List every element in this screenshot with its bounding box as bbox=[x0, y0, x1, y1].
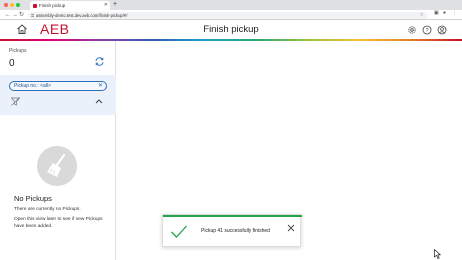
address-bar[interactable]: ⚿ assembly-demo.test.dev.aeb.com/finish-… bbox=[28, 11, 428, 19]
forward-icon[interactable]: → bbox=[12, 10, 18, 20]
toast-message: Pickup 41 successfully finished bbox=[201, 228, 270, 234]
back-icon[interactable]: ← bbox=[5, 10, 11, 20]
pickups-count: 0 bbox=[9, 58, 15, 69]
filter-area: Pickup no.: <all> ✕ bbox=[0, 75, 116, 115]
checkmark-icon bbox=[171, 225, 187, 238]
close-icon[interactable] bbox=[287, 224, 295, 232]
chevron-up-icon[interactable] bbox=[95, 98, 103, 104]
browser-tab-bar: Finish pickup ✕ + bbox=[0, 0, 462, 10]
reload-icon[interactable]: ↻ bbox=[19, 10, 24, 20]
page-title: Finish pickup bbox=[203, 24, 259, 35]
empty-broom-icon bbox=[37, 146, 77, 186]
url-text: assembly-demo.test.dev.aeb.com/finish-pi… bbox=[36, 12, 128, 18]
pickups-panel: Pickups 0 Pickup no.: <all> ✕ No Pickups… bbox=[0, 41, 116, 260]
mouse-cursor-icon bbox=[434, 249, 441, 259]
bookmark-star-icon[interactable]: ☆ bbox=[420, 12, 424, 19]
profile-icon[interactable]: ● bbox=[443, 10, 446, 16]
empty-state-hint: Open this view later to see if new Picku… bbox=[14, 217, 103, 229]
pickups-label: Pickups bbox=[9, 48, 27, 54]
clear-filter-icon[interactable]: ✕ bbox=[98, 82, 103, 90]
gear-icon[interactable] bbox=[407, 25, 417, 35]
refresh-icon[interactable] bbox=[94, 56, 105, 67]
extension-icon[interactable]: ▣ bbox=[434, 10, 439, 16]
favicon-icon bbox=[33, 3, 37, 8]
app-header: AEB Finish pickup ? bbox=[0, 20, 462, 39]
svg-text:?: ? bbox=[425, 28, 428, 34]
close-window-button[interactable] bbox=[4, 3, 8, 7]
pickup-number-filter-chip[interactable]: Pickup no.: <all> ✕ bbox=[9, 81, 107, 91]
filter-chip-label: Pickup no.: <all> bbox=[14, 83, 51, 89]
user-account-icon[interactable] bbox=[437, 25, 447, 35]
browser-tab[interactable]: Finish pickup ✕ bbox=[30, 1, 110, 10]
browser-menu-icon[interactable]: ⋮ bbox=[452, 10, 457, 16]
empty-state-title: No Pickups bbox=[14, 194, 52, 203]
minimize-window-button[interactable] bbox=[10, 3, 14, 7]
lock-icon: ⚿ bbox=[31, 12, 35, 18]
tab-title: Finish pickup bbox=[39, 3, 66, 8]
toast-status-bar bbox=[163, 215, 302, 217]
success-toast: Pickup 41 successfully finished bbox=[162, 214, 302, 247]
maximize-window-button[interactable] bbox=[16, 3, 20, 7]
filter-icon[interactable] bbox=[11, 97, 20, 106]
browser-toolbar: ← → ↻ ⚿ assembly-demo.test.dev.aeb.com/f… bbox=[0, 10, 462, 20]
help-icon[interactable]: ? bbox=[422, 25, 432, 35]
new-tab-button[interactable]: + bbox=[113, 0, 117, 10]
empty-state-text: There are currently no Pickups. bbox=[14, 207, 81, 212]
tab-close-icon[interactable]: ✕ bbox=[104, 1, 108, 10]
